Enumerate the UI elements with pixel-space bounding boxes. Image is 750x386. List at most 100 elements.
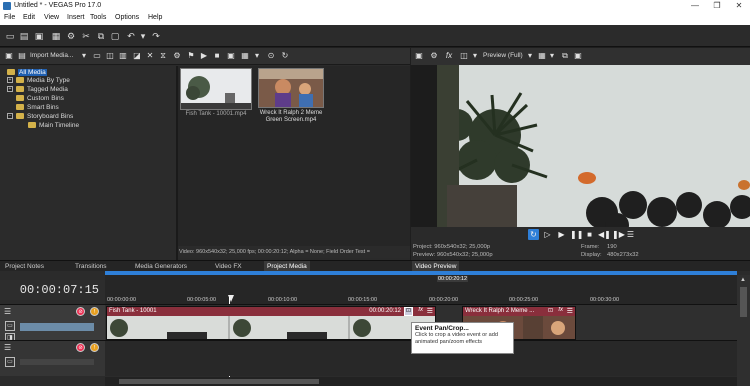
mute-icon[interactable]: ⊘ <box>76 343 85 352</box>
tree-item-media-by-type[interactable]: Media By Type <box>16 76 70 85</box>
get-media-icon[interactable]: ◫ <box>105 51 115 61</box>
scroll-up-icon[interactable]: ▲ <box>740 277 747 284</box>
timeline-horizontal-scrollbar[interactable] <box>105 377 737 386</box>
overlays-icon[interactable]: ▦ <box>537 51 547 61</box>
minimize-icon[interactable]: — <box>684 0 706 12</box>
media-fx-icon[interactable]: ⧖ <box>158 51 168 61</box>
undo-icon[interactable]: ↶ <box>126 31 136 41</box>
expand-toggle-icon[interactable]: − <box>7 113 13 119</box>
prev-frame-icon[interactable]: ◀❚ <box>598 229 611 240</box>
tag-icon[interactable]: ⚑ <box>186 51 196 61</box>
event-fx-icon[interactable]: fx <box>558 307 563 313</box>
event-menu-icon[interactable]: ☰ <box>427 307 433 315</box>
undo-dropdown-icon[interactable]: ▾ <box>138 31 148 41</box>
track-menu-icon[interactable]: ☰ <box>4 343 14 353</box>
new-icon[interactable]: ▭ <box>5 31 15 41</box>
close-icon[interactable]: ✕ <box>728 0 750 12</box>
track-fx-icon[interactable]: ▭ <box>5 357 15 367</box>
paste-icon[interactable]: ▢ <box>110 31 120 41</box>
tree-item-custom-bins[interactable]: Custom Bins <box>16 94 64 103</box>
menu-options[interactable]: Options <box>115 14 139 21</box>
menu-bar: File Edit View Insert Tools Options Help <box>0 12 750 25</box>
auto-preview-icon[interactable]: ▣ <box>226 51 236 61</box>
menu-view[interactable]: View <box>44 14 59 21</box>
track-menu-icon[interactable]: ☰ <box>4 307 14 317</box>
copy-icon[interactable]: ⧉ <box>96 31 106 41</box>
menu-tools[interactable]: Tools <box>90 14 106 21</box>
tree-item-main-timeline[interactable]: Main Timeline <box>28 121 79 130</box>
play-icon[interactable]: ▶ <box>556 229 567 240</box>
split-screen-icon[interactable]: ◫ <box>459 51 469 61</box>
properties-icon[interactable]: ⚙ <box>66 31 76 41</box>
save-icon[interactable]: ▣ <box>34 31 44 41</box>
menu-insert[interactable]: Insert <box>67 14 85 21</box>
stop-icon[interactable]: ■ <box>212 51 222 61</box>
maximize-icon[interactable]: ❐ <box>706 0 728 12</box>
expand-toggle-icon[interactable]: + <box>7 77 13 83</box>
refresh-icon[interactable]: ↻ <box>280 51 290 61</box>
tree-item-tagged-media[interactable]: Tagged Media <box>16 85 68 94</box>
level-slider[interactable] <box>20 323 94 331</box>
expand-icon[interactable]: ▣ <box>4 51 14 61</box>
search-bin-icon[interactable]: ◪ <box>132 51 142 61</box>
scroll-thumb[interactable] <box>740 287 747 317</box>
event-pan-crop-icon[interactable]: ⊡ <box>404 307 413 316</box>
pause-icon[interactable]: ❚❚ <box>570 229 583 240</box>
media-thumbnail[interactable] <box>180 68 252 110</box>
media-info-bar: Video: 960x540x32; 25,000 fps; 00:00:20:… <box>178 246 410 258</box>
solo-icon[interactable]: ! <box>90 307 99 316</box>
display-value: 480x273x32 <box>607 252 639 258</box>
video-track-header[interactable]: ☰ ⊘ ! ▭ <box>0 340 105 376</box>
views-dropdown-icon[interactable]: ▾ <box>252 51 262 61</box>
render-icon[interactable]: ▦ <box>51 31 61 41</box>
preview-settings-icon[interactable]: ⚙ <box>429 51 439 61</box>
media-thumbnail[interactable] <box>258 68 324 108</box>
import-media-icon[interactable]: ▤ <box>17 51 27 61</box>
stop-icon[interactable]: ■ <box>584 229 595 240</box>
import-dropdown-icon[interactable]: ▾ <box>79 51 89 61</box>
preview-menu-icon[interactable]: ☰ <box>625 229 636 240</box>
tree-item-smart-bins[interactable]: Smart Bins <box>16 103 59 112</box>
expand-toggle-icon[interactable]: + <box>7 86 13 92</box>
preview-quality-select[interactable]: Preview (Full) <box>483 52 523 59</box>
save-snapshot-icon[interactable]: ▣ <box>573 51 583 61</box>
quality-dropdown-icon[interactable]: ▾ <box>525 51 535 61</box>
event-pan-crop-icon[interactable]: ⊡ <box>548 307 553 314</box>
event-menu-icon[interactable]: ☰ <box>567 307 573 315</box>
properties-icon[interactable]: ⚙ <box>172 51 182 61</box>
scroll-thumb[interactable] <box>119 379 319 384</box>
event-fx-icon[interactable]: fx <box>418 307 423 313</box>
views-icon[interactable]: ▦ <box>240 51 250 61</box>
video-track-header[interactable]: ☰ ⊘ ! ▭ ◨ <box>0 304 105 343</box>
solo-icon[interactable]: ! <box>90 343 99 352</box>
split-dropdown-icon[interactable]: ▾ <box>470 51 480 61</box>
back-icon[interactable]: ⊙ <box>266 51 276 61</box>
open-icon[interactable]: ▤ <box>19 31 29 41</box>
fish-tank-event[interactable]: Fish Tank - 10001 00:00:20:12 ⊡ fx ☰ <box>106 306 436 340</box>
copy-snapshot-icon[interactable]: ⧉ <box>560 51 570 61</box>
remove-icon[interactable]: ✕ <box>145 51 155 61</box>
menu-help[interactable]: Help <box>148 14 162 21</box>
tree-item-storyboard-bins[interactable]: Storyboard Bins <box>16 112 73 121</box>
track-fx-icon[interactable]: ▭ <box>5 321 15 331</box>
timeline-vertical-scrollbar[interactable]: ▲ <box>737 275 750 386</box>
window-title: Untitled * - VEGAS Pro 17.0 <box>14 2 102 9</box>
play-from-start-icon[interactable]: ▷ <box>542 229 553 240</box>
menu-edit[interactable]: Edit <box>23 14 35 21</box>
fx-icon[interactable]: fx <box>444 51 454 61</box>
trim-icon[interactable]: ✂ <box>81 31 91 41</box>
play-icon[interactable]: ▶ <box>199 51 209 61</box>
mute-icon[interactable]: ⊘ <box>76 307 85 316</box>
loop-icon[interactable]: ↻ <box>528 229 539 240</box>
preview-properties-icon[interactable]: ▣ <box>414 51 424 61</box>
timeline-ruler[interactable]: 00:00:20:12 00:00:00:00 00:00:05:00 00:0… <box>105 275 737 305</box>
capture-icon[interactable]: ▭ <box>92 51 102 61</box>
import-media-button[interactable]: Import Media... <box>30 52 73 59</box>
event-filmstrip <box>107 316 435 339</box>
menu-file[interactable]: File <box>4 14 15 21</box>
overlays-dropdown-icon[interactable]: ▾ <box>547 51 557 61</box>
redo-icon[interactable]: ↷ <box>151 31 161 41</box>
level-slider[interactable] <box>20 359 94 365</box>
next-frame-icon[interactable]: ❚▶ <box>612 229 625 240</box>
bin-icon[interactable]: ▥ <box>118 51 128 61</box>
